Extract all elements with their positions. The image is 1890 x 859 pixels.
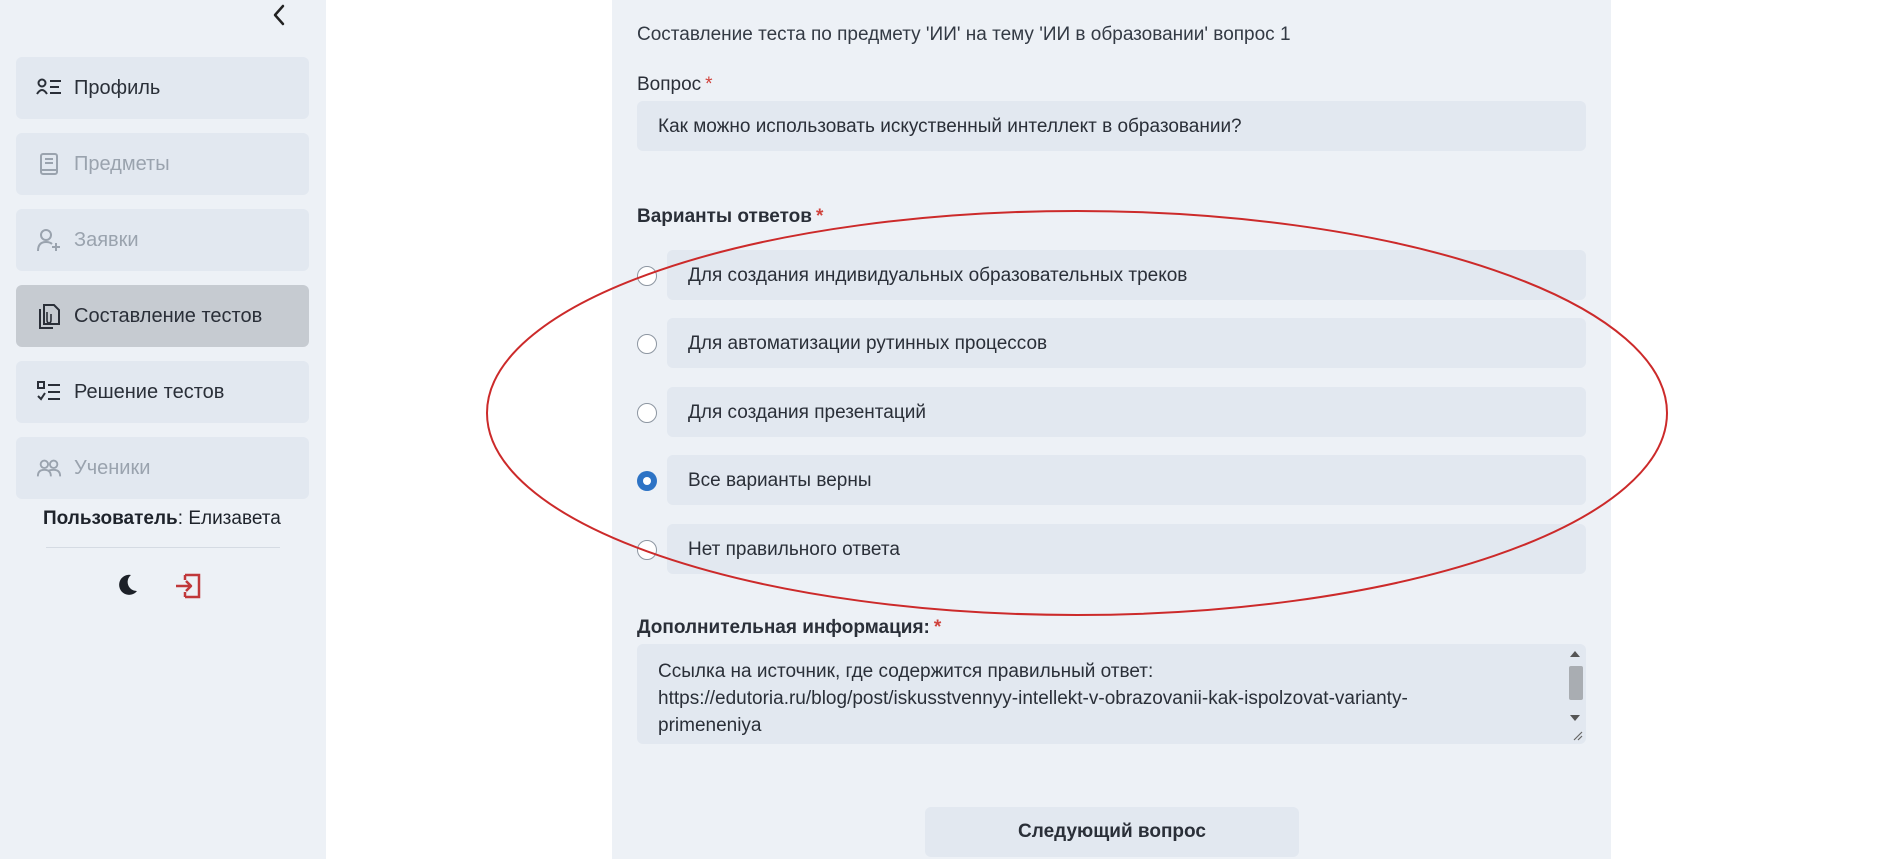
logout-button[interactable] xyxy=(174,572,202,600)
textarea-line: Ссылка на источник, где содержится прави… xyxy=(658,661,1154,682)
sidebar-item-students[interactable]: Ученики xyxy=(16,437,309,499)
documents-icon xyxy=(36,303,62,329)
answers-label-text: Варианты ответов xyxy=(637,206,812,227)
answer-input[interactable]: Для автоматизации рутинных процессов xyxy=(667,318,1586,368)
required-mark: * xyxy=(705,74,713,95)
answer-option: Для автоматизации рутинных процессов xyxy=(637,318,1586,368)
textarea-line: https://edutoria.ru/blog/post/iskusstven… xyxy=(658,688,1408,709)
sidebar-item-label: Ученики xyxy=(74,456,151,479)
user-add-icon xyxy=(36,227,62,253)
sidebar-item-profile[interactable]: Профиль xyxy=(16,57,309,119)
sidebar-item-test-solving[interactable]: Решение тестов xyxy=(16,361,309,423)
question-label-text: Вопрос xyxy=(637,74,702,95)
checklist-icon xyxy=(36,379,62,405)
answer-radio[interactable] xyxy=(637,266,657,286)
moon-icon xyxy=(119,574,137,595)
page-title: Составление теста по предмету 'ИИ' на те… xyxy=(637,24,1291,45)
user-label: Пользователь xyxy=(43,508,178,529)
sidebar-item-subjects[interactable]: Предметы xyxy=(16,133,309,195)
current-user: Пользователь: Елизавета xyxy=(43,508,281,529)
answer-option: Для создания индивидуальных образователь… xyxy=(637,250,1586,300)
question-input[interactable]: Как можно использовать искуственный инте… xyxy=(637,101,1586,151)
answer-radio[interactable] xyxy=(637,540,657,560)
chevron-left-icon xyxy=(273,4,285,26)
textarea-scrollbar[interactable] xyxy=(1567,647,1583,741)
answer-radio[interactable] xyxy=(637,334,657,354)
test-editor-panel: Составление теста по предмету 'ИИ' на те… xyxy=(612,0,1611,859)
extra-info-label-text: Дополнительная информация: xyxy=(637,617,930,638)
sidebar: Профиль Предметы Заявки Составление тест… xyxy=(0,0,326,859)
scroll-down-arrow-icon[interactable] xyxy=(1570,715,1580,721)
scroll-up-arrow-icon[interactable] xyxy=(1570,651,1580,657)
sidebar-item-label: Заявки xyxy=(74,228,139,251)
resize-grip-icon[interactable] xyxy=(1571,729,1583,741)
answer-radio[interactable] xyxy=(637,403,657,423)
theme-toggle-button[interactable] xyxy=(114,572,140,598)
book-icon xyxy=(36,151,62,177)
extra-info-label: Дополнительная информация: * xyxy=(637,617,941,639)
textarea-line: primeneniya xyxy=(658,715,762,736)
sidebar-item-label: Составление тестов xyxy=(74,304,263,327)
collapse-sidebar-button[interactable] xyxy=(266,2,292,28)
answer-input[interactable]: Все варианты верны xyxy=(667,455,1586,505)
user-name: Елизавета xyxy=(188,508,281,529)
required-mark: * xyxy=(815,206,824,227)
answer-input[interactable]: Нет правильного ответа xyxy=(667,524,1586,574)
next-question-button[interactable]: Следующий вопрос xyxy=(925,807,1299,857)
sidebar-item-label: Решение тестов xyxy=(74,380,225,403)
answer-option: Все варианты верны xyxy=(637,455,1586,505)
sidebar-divider xyxy=(46,547,280,548)
extra-info-textarea[interactable]: Ссылка на источник, где содержится прави… xyxy=(637,644,1586,744)
sidebar-item-test-creation[interactable]: Составление тестов xyxy=(16,285,309,347)
answer-radio-selected[interactable] xyxy=(637,471,657,491)
sidebar-item-label: Профиль xyxy=(74,76,161,99)
answers-label: Варианты ответов * xyxy=(637,206,823,228)
sidebar-item-requests[interactable]: Заявки xyxy=(16,209,309,271)
answer-option: Нет правильного ответа xyxy=(637,524,1586,574)
required-mark: * xyxy=(933,617,942,638)
logout-icon xyxy=(176,573,201,599)
scrollbar-thumb[interactable] xyxy=(1569,666,1583,700)
answer-input[interactable]: Для создания индивидуальных образователь… xyxy=(667,250,1586,300)
users-icon xyxy=(36,455,62,481)
question-label: Вопрос * xyxy=(637,74,713,96)
answer-input[interactable]: Для создания презентаций xyxy=(667,387,1586,437)
profile-list-icon xyxy=(36,75,62,101)
answer-option: Для создания презентаций xyxy=(637,387,1586,437)
sidebar-item-label: Предметы xyxy=(74,152,170,175)
